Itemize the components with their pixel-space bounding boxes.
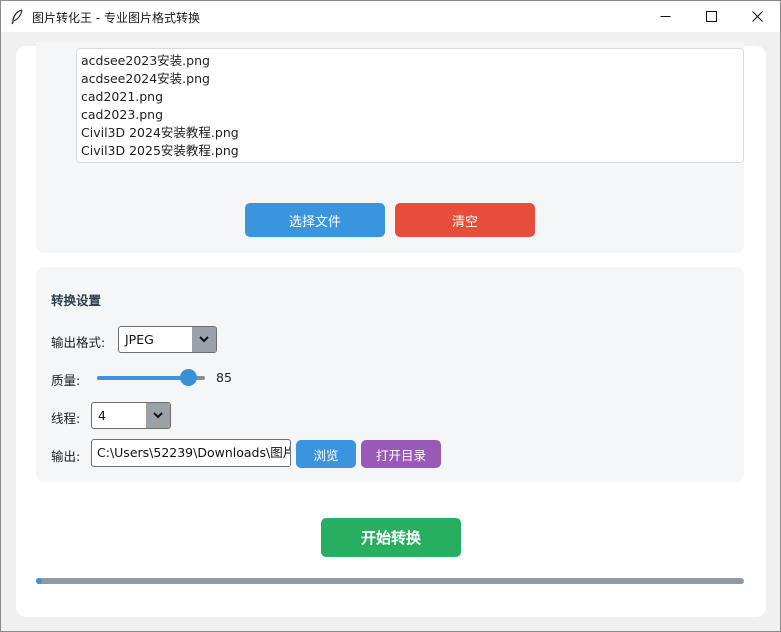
settings-title: 转换设置	[51, 293, 102, 308]
progress-bar	[36, 578, 744, 584]
chevron-down-icon	[192, 327, 216, 352]
quality-value: 85	[216, 370, 232, 385]
list-item[interactable]: Civil3D 2024安装教程.png	[81, 124, 239, 142]
clear-button[interactable]: 清空	[395, 203, 535, 237]
close-button[interactable]	[734, 1, 780, 32]
app-window: 图片转化王 - 专业图片格式转换 acdsee2023安装.png acdsee…	[0, 0, 781, 632]
maximize-icon	[705, 11, 717, 22]
threads-label: 线程:	[51, 411, 81, 426]
list-item[interactable]: acdsee2023安装.png	[81, 52, 210, 70]
list-item[interactable]: cad2023.png	[81, 106, 163, 124]
threads-select[interactable]: 4	[91, 402, 171, 429]
output-label: 输出:	[51, 449, 81, 464]
format-value: JPEG	[125, 332, 154, 347]
minimize-button[interactable]	[642, 1, 688, 32]
browse-button[interactable]: 浏览	[296, 440, 356, 468]
file-panel: acdsee2023安装.png acdsee2024安装.png cad202…	[36, 42, 744, 253]
quality-slider-fill	[97, 376, 189, 380]
main-content: acdsee2023安装.png acdsee2024安装.png cad202…	[16, 42, 766, 617]
progress-bar-fill	[36, 578, 42, 584]
list-item[interactable]: Civil3D 2025安装教程.png	[81, 142, 239, 160]
format-label: 输出格式:	[51, 335, 106, 350]
chevron-down-icon	[146, 403, 170, 428]
output-path-input[interactable]: C:\Users\52239\Downloads\图片	[91, 439, 291, 467]
feather-icon	[11, 9, 23, 25]
start-convert-button[interactable]: 开始转换	[321, 518, 461, 557]
minimize-icon	[660, 16, 670, 17]
file-list[interactable]: acdsee2023安装.png acdsee2024安装.png cad202…	[76, 48, 744, 163]
window-title: 图片转化王 - 专业图片格式转换	[32, 11, 200, 25]
list-item[interactable]: acdsee2024安装.png	[81, 70, 210, 88]
threads-value: 4	[98, 408, 106, 423]
close-icon	[751, 11, 763, 22]
select-files-button[interactable]: 选择文件	[245, 203, 385, 237]
title-bar: 图片转化王 - 专业图片格式转换	[1, 1, 780, 32]
maximize-button[interactable]	[688, 1, 734, 32]
open-folder-button[interactable]: 打开目录	[361, 440, 441, 468]
list-item[interactable]: cad2021.png	[81, 88, 163, 106]
format-select[interactable]: JPEG	[118, 326, 217, 353]
quality-label: 质量:	[51, 373, 81, 388]
quality-slider[interactable]	[97, 369, 205, 386]
